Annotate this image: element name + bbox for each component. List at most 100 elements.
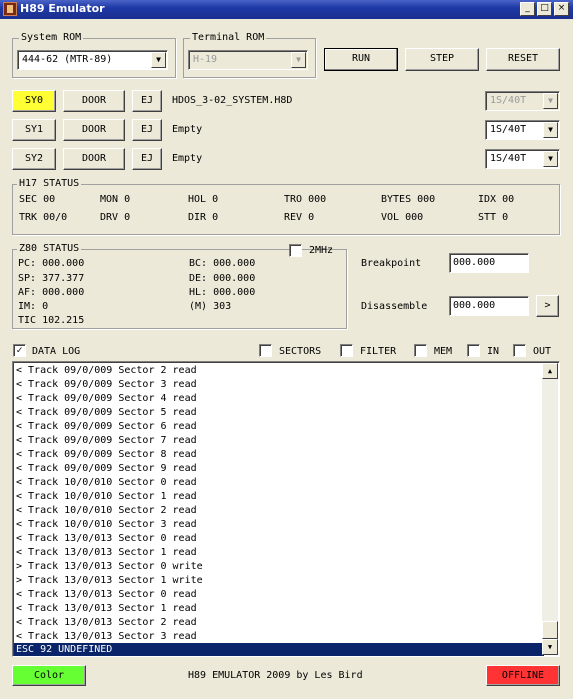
drive-sy2-format-select[interactable]: 1S/40T ▼ [485,149,560,169]
disassemble-label: Disassemble [361,301,428,312]
log-lines: < Track 09/0/009 Sector 2 read < Track 09… [16,364,203,644]
drive-sy0-format-select[interactable]: 1S/40T ▼ [485,91,560,111]
log-selected-line[interactable]: ESC 92 UNDEFINED [14,643,544,656]
h17-rev: REV 0 [284,212,315,223]
z80-pc: PC: 000.000 [18,258,85,269]
filter-checkbox[interactable] [340,344,353,357]
log-line[interactable]: < Track 13/0/013 Sector 1 read [16,546,203,560]
disassemble-go-button[interactable]: > [536,295,559,317]
h17-hol: HOL 0 [188,194,219,205]
drive-sy0-image: HDOS_3-02_SYSTEM.H8D [172,95,293,106]
h17-status-group [12,184,560,235]
data-log-checkbox[interactable]: ✓ [13,344,26,357]
chevron-down-icon[interactable]: ▼ [543,151,558,167]
chevron-down-icon[interactable]: ▼ [543,93,558,109]
drive-sy2-eject-button[interactable]: EJ [132,148,162,170]
z80-tic: TIC 102.215 [18,315,85,326]
filter-label: FILTER [360,346,397,357]
h17-tro: TRO 000 [284,194,327,205]
chevron-down-icon[interactable]: ▼ [543,122,558,138]
breakpoint-label: Breakpoint [361,258,422,269]
log-line[interactable]: > Track 13/0/013 Sector 1 write [16,574,203,588]
color-button[interactable]: Color [12,665,86,686]
drive-sy2-button[interactable]: SY2 [12,148,56,170]
h17-dir: DIR 0 [188,212,219,223]
log-line[interactable]: < Track 10/0/010 Sector 0 read [16,476,203,490]
drive-sy0-format-value: 1S/40T [490,95,527,106]
mhz-label: 2MHz [309,245,334,256]
reset-button[interactable]: RESET [486,48,560,71]
h17-mon: MON 0 [100,194,131,205]
in-checkbox[interactable] [467,344,480,357]
log-line[interactable]: < Track 13/0/013 Sector 3 read [16,630,203,644]
system-rom-select[interactable]: 444-62 (MTR-89) ▼ [17,50,168,70]
h17-stt: STT 0 [478,212,509,223]
scroll-down-icon[interactable]: ▼ [542,639,558,655]
chevron-down-icon[interactable]: ▼ [291,52,306,68]
disassemble-input[interactable]: 000.000 [449,296,529,316]
drive-sy2-image: Empty [172,153,203,164]
drive-sy1-format-value: 1S/40T [490,124,527,135]
log-line[interactable]: < Track 13/0/013 Sector 0 read [16,532,203,546]
step-button[interactable]: STEP [405,48,479,71]
z80-af: AF: 000.000 [18,287,85,298]
drive-sy1-button[interactable]: SY1 [12,119,56,141]
log-line[interactable]: < Track 09/0/009 Sector 6 read [16,420,203,434]
system-rom-label: System ROM [19,32,84,43]
chevron-down-icon[interactable]: ▼ [151,52,166,68]
drive-sy1-eject-button[interactable]: EJ [132,119,162,141]
h17-trk: TRK 00/0 [19,212,68,223]
z80-sp: SP: 377.377 [18,273,85,284]
run-button[interactable]: RUN [324,48,398,71]
log-line[interactable]: < Track 10/0/010 Sector 3 read [16,518,203,532]
minimize-button[interactable]: _ [520,2,535,16]
window-title: H89 Emulator [20,2,105,15]
sectors-checkbox[interactable] [259,344,272,357]
drive-sy2-door-button[interactable]: DOOR [63,148,125,170]
log-line[interactable]: < Track 13/0/013 Sector 2 read [16,616,203,630]
log-line[interactable]: < Track 10/0/010 Sector 1 read [16,490,203,504]
log-scrollbar[interactable]: ▲ ▼ [542,363,558,655]
h17-sec: SEC 00 [19,194,56,205]
offline-button[interactable]: OFFLINE [486,665,560,686]
scroll-thumb[interactable] [542,621,558,639]
drive-sy2-format-value: 1S/40T [490,153,527,164]
close-button[interactable]: × [554,2,569,16]
h17-idx: IDX 00 [478,194,515,205]
in-label: IN [487,346,500,357]
maximize-button[interactable]: □ [537,2,552,16]
h17-vol: VOL 000 [381,212,424,223]
mem-checkbox[interactable] [414,344,427,357]
log-line[interactable]: < Track 09/0/009 Sector 9 read [16,462,203,476]
data-log-list[interactable]: < Track 09/0/009 Sector 2 read < Track 09… [12,361,560,657]
mhz-checkbox[interactable] [289,244,302,257]
log-line[interactable]: < Track 09/0/009 Sector 2 read [16,364,203,378]
log-line[interactable]: < Track 09/0/009 Sector 7 read [16,434,203,448]
out-checkbox[interactable] [513,344,526,357]
log-line[interactable]: > Track 13/0/013 Sector 0 write [16,560,203,574]
terminal-rom-value: H-19 [193,54,218,65]
log-line[interactable]: < Track 09/0/009 Sector 5 read [16,406,203,420]
data-log-label: DATA LOG [32,346,81,357]
app-icon [3,2,17,16]
log-line[interactable]: < Track 13/0/013 Sector 1 read [16,602,203,616]
drive-sy1-image: Empty [172,124,203,135]
drive-sy0-button[interactable]: SY0 [12,90,56,112]
drive-sy0-door-button[interactable]: DOOR [63,90,125,112]
scroll-up-icon[interactable]: ▲ [542,363,558,379]
log-line[interactable]: < Track 10/0/010 Sector 2 read [16,504,203,518]
drive-sy1-door-button[interactable]: DOOR [63,119,125,141]
log-line[interactable]: < Track 13/0/013 Sector 0 read [16,588,203,602]
log-line[interactable]: < Track 09/0/009 Sector 3 read [16,378,203,392]
log-line[interactable]: < Track 09/0/009 Sector 8 read [16,448,203,462]
title-bar[interactable]: H89 Emulator _ □ × [0,0,573,19]
breakpoint-input[interactable]: 000.000 [449,253,529,273]
h17-bytes: BYTES 000 [381,194,436,205]
system-rom-value: 444-62 (MTR-89) [22,54,113,65]
terminal-rom-select[interactable]: H-19 ▼ [188,50,308,70]
log-line[interactable]: < Track 09/0/009 Sector 4 read [16,392,203,406]
drive-sy0-eject-button[interactable]: EJ [132,90,162,112]
drive-sy1-format-select[interactable]: 1S/40T ▼ [485,120,560,140]
h17-drv: DRV 0 [100,212,131,223]
z80-status-label: Z80 STATUS [17,243,82,254]
